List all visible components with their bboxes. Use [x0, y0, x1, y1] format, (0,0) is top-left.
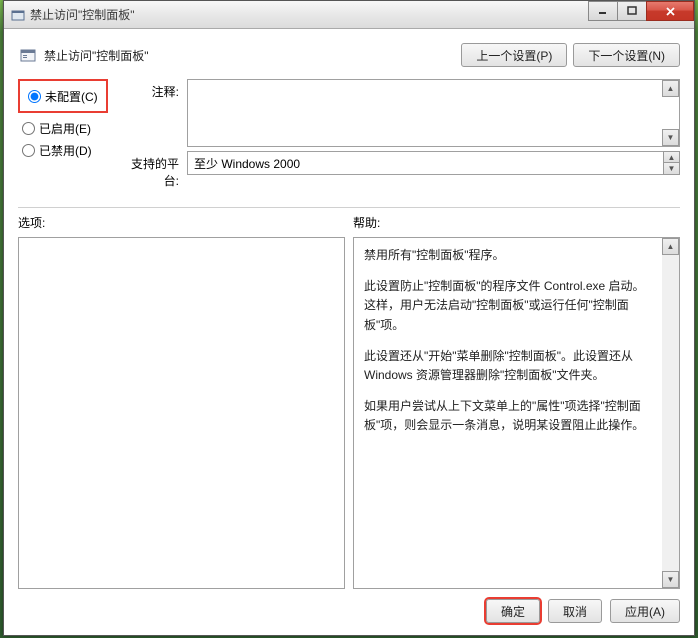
radio-column: 未配置(C) 已启用(E) 已禁用(D): [18, 79, 113, 193]
radio-enabled-input[interactable]: [22, 122, 35, 135]
header-section: 禁止访问"控制面板" 上一个设置(P) 下一个设置(N): [4, 29, 694, 79]
radio-enabled[interactable]: 已启用(E): [18, 117, 113, 139]
content-area: 禁止访问"控制面板" 上一个设置(P) 下一个设置(N) 未配置(C) 已启用(…: [4, 29, 694, 635]
close-button[interactable]: [646, 1, 694, 21]
scroll-down-icon[interactable]: ▼: [662, 129, 679, 146]
next-setting-button[interactable]: 下一个设置(N): [573, 43, 680, 67]
divider: [18, 207, 680, 208]
help-panel: 禁用所有"控制面板"程序。 此设置防止"控制面板"的程序文件 Control.e…: [353, 237, 680, 589]
window-controls: [589, 1, 694, 21]
panels-row: 禁用所有"控制面板"程序。 此设置防止"控制面板"的程序文件 Control.e…: [4, 237, 694, 589]
options-label: 选项:: [18, 214, 345, 231]
scroll-down-icon[interactable]: ▼: [663, 162, 680, 175]
comment-label: 注释:: [117, 79, 187, 100]
maximize-button[interactable]: [617, 1, 647, 21]
details-column: 注释: ▲ ▼ 支持的平台: 至少 Windows 2000 ▲ ▼: [113, 79, 680, 193]
ok-button[interactable]: 确定: [486, 599, 540, 623]
radio-disabled-label: 已禁用(D): [39, 142, 92, 159]
minimize-button[interactable]: [588, 1, 618, 21]
radio-not-configured-label: 未配置(C): [45, 88, 98, 105]
help-label: 帮助:: [345, 214, 680, 231]
scroll-up-icon[interactable]: ▲: [662, 238, 679, 255]
radio-disabled-input[interactable]: [22, 144, 35, 157]
config-row: 未配置(C) 已启用(E) 已禁用(D) 注释: ▲: [4, 79, 694, 193]
previous-setting-button[interactable]: 上一个设置(P): [461, 43, 567, 67]
window-title: 禁止访问"控制面板": [30, 6, 135, 23]
platform-value: 至少 Windows 2000: [194, 155, 300, 172]
scroll-down-icon[interactable]: ▼: [662, 571, 679, 588]
platform-label: 支持的平台:: [117, 151, 187, 189]
policy-title: 禁止访问"控制面板": [44, 47, 461, 64]
scrollbar-track[interactable]: ▲ ▼: [662, 238, 679, 588]
panel-labels: 选项: 帮助:: [4, 214, 694, 237]
radio-enabled-label: 已启用(E): [39, 120, 91, 137]
app-icon: [10, 7, 26, 23]
options-panel: [18, 237, 345, 589]
scroll-up-icon[interactable]: ▲: [662, 80, 679, 97]
footer-buttons: 确定 取消 应用(A): [4, 589, 694, 635]
help-paragraph: 此设置还从"开始"菜单删除"控制面板"。此设置还从 Windows 资源管理器删…: [364, 347, 652, 385]
radio-not-configured-highlight: 未配置(C): [18, 79, 108, 113]
policy-icon: [18, 45, 38, 65]
options-content: [19, 238, 327, 588]
apply-button[interactable]: 应用(A): [610, 599, 680, 623]
titlebar[interactable]: 禁止访问"控制面板": [4, 1, 694, 29]
radio-not-configured-input[interactable]: [28, 90, 41, 103]
help-content: 禁用所有"控制面板"程序。 此设置防止"控制面板"的程序文件 Control.e…: [354, 238, 662, 588]
help-paragraph: 禁用所有"控制面板"程序。: [364, 246, 652, 265]
help-paragraph: 如果用户尝试从上下文菜单上的"属性"项选择"控制面板"项，则会显示一条消息，说明…: [364, 397, 652, 435]
comment-textarea[interactable]: [188, 80, 661, 146]
help-paragraph: 此设置防止"控制面板"的程序文件 Control.exe 启动。这样，用户无法启…: [364, 277, 652, 335]
radio-not-configured[interactable]: 未配置(C): [24, 85, 102, 107]
cancel-button[interactable]: 取消: [548, 599, 602, 623]
radio-disabled[interactable]: 已禁用(D): [18, 139, 113, 161]
dialog-window: 禁止访问"控制面板" 禁止访问"控制面板" 上一个设置(P) 下一个设置: [3, 0, 695, 636]
platform-field: 至少 Windows 2000 ▲ ▼: [187, 151, 680, 175]
comment-field-wrap: ▲ ▼: [187, 79, 680, 147]
